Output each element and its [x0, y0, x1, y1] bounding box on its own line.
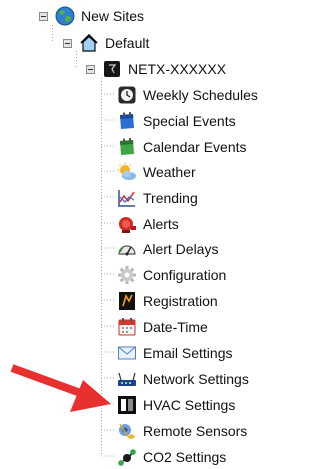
site-tree: New Sites Default NETX-XXXXXX Weekly Sch… — [0, 0, 262, 466]
red-arrow-icon — [10, 364, 111, 412]
